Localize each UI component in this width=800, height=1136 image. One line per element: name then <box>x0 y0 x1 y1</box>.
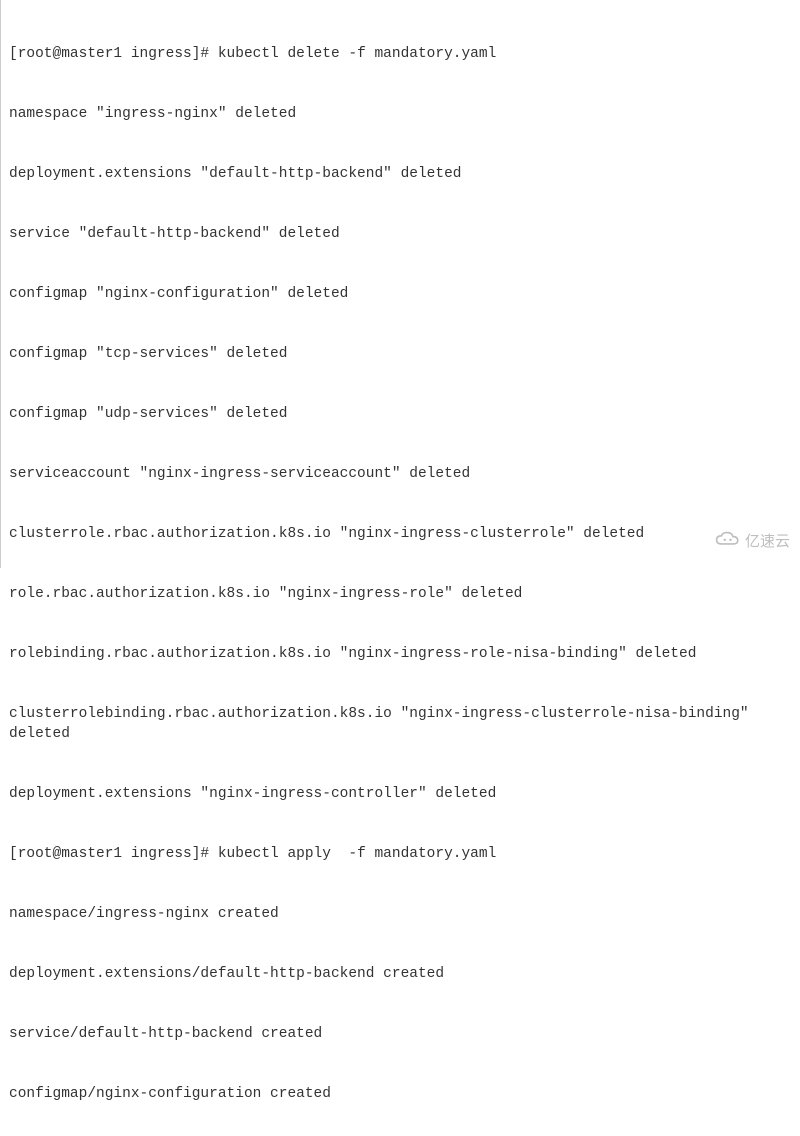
output-line: role.rbac.authorization.k8s.io "nginx-in… <box>9 584 792 604</box>
output-line: clusterrole.rbac.authorization.k8s.io "n… <box>9 524 792 544</box>
output-line: service "default-http-backend" deleted <box>9 224 792 244</box>
output-line: configmap/nginx-configuration created <box>9 1084 792 1104</box>
output-line: serviceaccount "nginx-ingress-serviceacc… <box>9 464 792 484</box>
output-line: deployment.extensions/default-http-backe… <box>9 964 792 984</box>
shell-prompt: [root@master1 ingress]# <box>9 846 218 862</box>
output-line: namespace/ingress-nginx created <box>9 904 792 924</box>
output-line: clusterrolebinding.rbac.authorization.k8… <box>9 704 792 744</box>
shell-prompt: [root@master1 ingress]# <box>9 46 218 62</box>
command-line-1: [root@master1 ingress]# kubectl delete -… <box>9 44 792 64</box>
command-line-2: [root@master1 ingress]# kubectl apply -f… <box>9 844 792 864</box>
output-line: deployment.extensions "nginx-ingress-con… <box>9 784 792 804</box>
shell-command: kubectl delete -f mandatory.yaml <box>218 46 496 62</box>
output-line: rolebinding.rbac.authorization.k8s.io "n… <box>9 644 792 664</box>
output-line: service/default-http-backend created <box>9 1024 792 1044</box>
cloud-icon <box>715 530 741 554</box>
shell-command: kubectl apply -f mandatory.yaml <box>218 846 496 862</box>
output-line: configmap "nginx-configuration" deleted <box>9 284 792 304</box>
output-line: namespace "ingress-nginx" deleted <box>9 104 792 124</box>
output-line: configmap "udp-services" deleted <box>9 404 792 424</box>
output-line: deployment.extensions "default-http-back… <box>9 164 792 184</box>
watermark: 亿速云 <box>715 530 790 554</box>
terminal-output[interactable]: [root@master1 ingress]# kubectl delete -… <box>9 4 792 1136</box>
watermark-text: 亿速云 <box>745 532 790 552</box>
output-line: configmap "tcp-services" deleted <box>9 344 792 364</box>
